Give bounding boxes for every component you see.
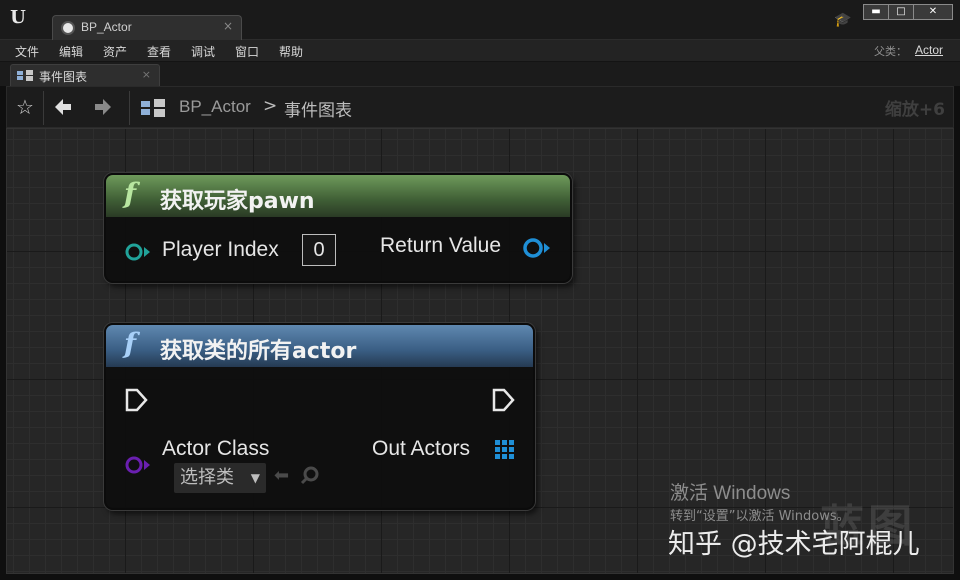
title-bar: U BP_Actor × 🎓 ▬ □ ✕ bbox=[0, 0, 960, 40]
activate-windows-title: 激活 Windows bbox=[670, 483, 791, 504]
favorite-star-icon[interactable]: ☆ bbox=[13, 95, 37, 119]
breadcrumb-graph[interactable]: 事件图表 bbox=[284, 96, 352, 121]
actor-class-pin-icon[interactable] bbox=[124, 454, 152, 476]
breadcrumb-blueprint[interactable]: BP_Actor bbox=[179, 97, 251, 117]
menu-file[interactable]: 文件 bbox=[15, 43, 39, 60]
function-icon: f bbox=[124, 327, 137, 360]
menu-view[interactable]: 查看 bbox=[147, 43, 171, 60]
node-header: f 获取类的所有actor bbox=[106, 325, 533, 367]
menu-edit[interactable]: 编辑 bbox=[59, 43, 83, 60]
event-graph-tab-label: 事件图表 bbox=[39, 70, 88, 84]
toolbar-divider bbox=[129, 91, 130, 125]
menu-help[interactable]: 帮助 bbox=[279, 43, 303, 60]
actor-class-label: Actor Class bbox=[162, 437, 270, 460]
graph-tab-strip: 事件图表 × bbox=[0, 62, 960, 86]
node-title: 获取类的所有actor bbox=[160, 339, 357, 364]
event-graph-tab[interactable]: 事件图表 × bbox=[10, 64, 160, 86]
close-tab-icon[interactable]: × bbox=[223, 19, 233, 33]
chevron-down-icon: ▼ bbox=[250, 471, 260, 485]
document-tab-label: BP_Actor bbox=[81, 20, 132, 34]
window-controls: ▬ □ ✕ bbox=[863, 4, 953, 20]
player-index-label: Player Index bbox=[162, 238, 279, 261]
blueprint-document-tab[interactable]: BP_Actor × bbox=[52, 15, 242, 40]
player-index-input[interactable]: 0 bbox=[302, 234, 336, 266]
graph-toolbar: ☆ BP_Actor > 事件图表 缩放+6 bbox=[6, 86, 954, 128]
exec-out-pin-icon[interactable] bbox=[491, 387, 517, 413]
close-graph-tab-icon[interactable]: × bbox=[142, 68, 151, 81]
event-graph-icon bbox=[141, 99, 165, 117]
maximize-button[interactable]: □ bbox=[888, 4, 914, 20]
out-actors-label: Out Actors bbox=[372, 437, 471, 460]
menu-debug[interactable]: 调试 bbox=[191, 43, 215, 60]
out-actors-array-pin-icon[interactable] bbox=[494, 439, 516, 461]
minimize-button[interactable]: ▬ bbox=[863, 4, 889, 20]
breadcrumb-separator: > bbox=[263, 96, 278, 116]
player-index-pin-icon[interactable] bbox=[124, 241, 152, 263]
zhihu-watermark: 知乎 @技术宅阿棍儿 bbox=[668, 529, 920, 560]
learn-cap-icon[interactable]: 🎓 bbox=[834, 12, 852, 30]
use-selected-arrow-icon[interactable]: ⬅ bbox=[274, 465, 289, 486]
forward-arrow-icon[interactable] bbox=[91, 95, 115, 119]
parent-class-link[interactable]: Actor bbox=[915, 43, 943, 57]
browse-search-icon[interactable] bbox=[300, 465, 320, 490]
menu-asset[interactable]: 资产 bbox=[103, 43, 127, 60]
function-icon: f bbox=[124, 177, 137, 210]
get-player-pawn-node[interactable]: f 获取玩家pawn Player Index 0 Return Value bbox=[104, 173, 572, 283]
menu-bar: 文件 编辑 资产 查看 调试 窗口 帮助 父类： Actor bbox=[0, 40, 960, 62]
node-header: f 获取玩家pawn bbox=[106, 175, 570, 217]
unreal-logo-icon: U bbox=[10, 7, 26, 28]
return-value-pin-icon[interactable] bbox=[522, 237, 552, 259]
node-title: 获取玩家pawn bbox=[160, 189, 315, 214]
close-window-button[interactable]: ✕ bbox=[913, 4, 953, 20]
event-graph-icon bbox=[17, 70, 33, 81]
select-class-value: 选择类 bbox=[180, 467, 234, 488]
back-arrow-icon[interactable] bbox=[51, 95, 75, 119]
exec-in-pin-icon[interactable] bbox=[124, 387, 150, 413]
parent-class-label: 父类： bbox=[874, 45, 907, 58]
blueprint-asset-icon bbox=[61, 21, 75, 35]
select-class-dropdown[interactable]: 选择类 ▼ bbox=[174, 463, 266, 493]
menu-window[interactable]: 窗口 bbox=[235, 43, 259, 60]
zoom-level: 缩放+6 bbox=[884, 100, 945, 120]
return-value-label: Return Value bbox=[380, 234, 502, 257]
toolbar-divider bbox=[43, 91, 44, 125]
get-all-actors-of-class-node[interactable]: f 获取类的所有actor Actor Class 选择类 ▼ ⬅ Out Ac… bbox=[104, 323, 535, 510]
